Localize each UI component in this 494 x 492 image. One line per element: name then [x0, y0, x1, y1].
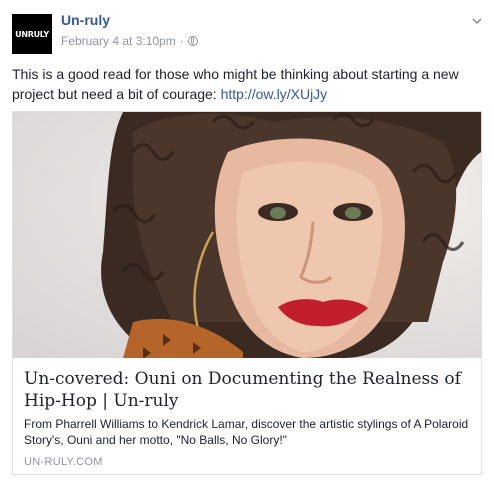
post-meta: February 4 at 3:10pm · — [61, 34, 198, 48]
feed-post: UNRULY Un-ruly February 4 at 3:10pm · Th… — [0, 0, 494, 492]
card-title[interactable]: Un-covered: Ouni on Documenting the Real… — [24, 368, 470, 412]
card-image[interactable] — [13, 112, 481, 358]
post-link[interactable]: http://ow.ly/XUjJy — [221, 86, 328, 102]
globe-icon[interactable] — [187, 36, 198, 46]
card-description: From Pharrell Williams to Kendrick Lamar… — [24, 417, 469, 447]
portrait-photo — [101, 112, 481, 358]
chevron-down-icon[interactable] — [472, 16, 482, 26]
timestamp-link[interactable]: February 4 at 3:10pm — [61, 34, 176, 48]
card-domain: UN-RULY.COM — [24, 456, 103, 468]
meta-separator: · — [179, 34, 184, 48]
post-text: This is a good read for those who might … — [12, 64, 482, 104]
page-name-link[interactable]: Un-ruly — [61, 12, 110, 28]
page-avatar[interactable]: UNRULY — [12, 14, 52, 54]
link-preview-card[interactable]: Un-covered: Ouni on Documenting the Real… — [12, 111, 482, 475]
